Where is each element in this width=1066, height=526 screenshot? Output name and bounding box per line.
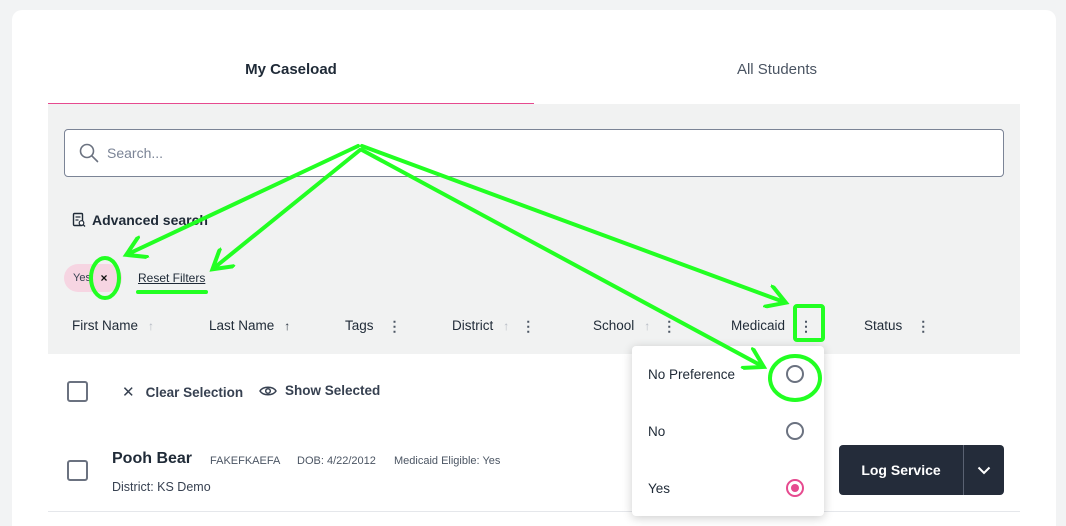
sort-up-icon[interactable]: ↑ bbox=[503, 319, 509, 333]
reset-filters-link[interactable]: Reset Filters bbox=[138, 271, 205, 285]
show-selected-button[interactable]: Show Selected bbox=[259, 383, 380, 398]
column-school[interactable]: School ↑ ⋮ bbox=[593, 318, 676, 333]
advanced-search-icon bbox=[72, 212, 86, 227]
remove-filter-icon[interactable]: × bbox=[96, 270, 112, 286]
select-all-checkbox[interactable] bbox=[67, 381, 88, 402]
district-value: KS Demo bbox=[157, 480, 211, 494]
tab-my-caseload[interactable]: My Caseload bbox=[48, 44, 534, 105]
medicaid-filter-menu: No Preference No Yes bbox=[632, 346, 824, 516]
option-label: No Preference bbox=[648, 366, 736, 382]
sort-up-icon[interactable]: ↑ bbox=[148, 319, 154, 333]
column-menu-icon[interactable]: ⋮ bbox=[388, 319, 402, 333]
column-medicaid[interactable]: Medicaid ⋮ bbox=[731, 318, 813, 333]
eye-icon bbox=[259, 386, 277, 395]
filter-chip: Yes × bbox=[64, 264, 122, 292]
column-tags[interactable]: Tags ⋮ bbox=[345, 318, 402, 333]
advanced-search-label: Advanced search bbox=[92, 212, 208, 228]
column-last-name[interactable]: Last Name ↑ bbox=[209, 318, 290, 333]
advanced-search-link[interactable]: Advanced search bbox=[72, 212, 208, 228]
column-menu-icon[interactable]: ⋮ bbox=[521, 319, 535, 333]
search-input[interactable] bbox=[107, 145, 907, 161]
sort-up-icon[interactable]: ↑ bbox=[284, 319, 290, 333]
clear-selection-button[interactable]: ✕ Clear Selection bbox=[122, 383, 243, 401]
column-label: Status bbox=[864, 318, 903, 333]
option-no-preference[interactable]: No Preference bbox=[632, 346, 824, 402]
option-label: Yes bbox=[648, 480, 671, 496]
student-medicaid: Medicaid Eligible: Yes bbox=[394, 455, 501, 467]
column-label: Medicaid bbox=[731, 318, 786, 333]
district-label: District: bbox=[112, 480, 154, 494]
column-menu-icon[interactable]: ⋮ bbox=[799, 319, 813, 333]
search-icon bbox=[79, 143, 99, 163]
filter-chip-label: Yes bbox=[73, 272, 91, 284]
search-box[interactable] bbox=[64, 129, 1004, 177]
column-district[interactable]: District ↑ ⋮ bbox=[452, 318, 535, 333]
option-yes[interactable]: Yes bbox=[632, 460, 824, 516]
log-service-button[interactable]: Log Service bbox=[839, 445, 1004, 495]
chevron-down-icon bbox=[977, 466, 991, 474]
column-menu-icon[interactable]: ⋮ bbox=[916, 319, 930, 333]
radio-no[interactable] bbox=[786, 422, 804, 440]
radio-no-preference[interactable] bbox=[786, 365, 804, 383]
sort-up-icon[interactable]: ↑ bbox=[644, 319, 650, 333]
column-status[interactable]: Status ⋮ bbox=[864, 318, 930, 333]
tab-all-students[interactable]: All Students bbox=[534, 44, 1020, 105]
radio-yes[interactable] bbox=[786, 479, 804, 497]
show-selected-label: Show Selected bbox=[285, 383, 381, 398]
student-district: District: KS Demo bbox=[112, 480, 211, 494]
option-no[interactable]: No bbox=[632, 403, 824, 459]
student-dob: DOB: 4/22/2012 bbox=[297, 455, 376, 467]
close-icon: ✕ bbox=[122, 384, 135, 401]
log-service-label: Log Service bbox=[861, 462, 941, 478]
option-label: No bbox=[648, 423, 666, 439]
column-label: District bbox=[452, 318, 494, 333]
column-label: Tags bbox=[345, 318, 374, 333]
column-menu-icon[interactable]: ⋮ bbox=[662, 319, 676, 333]
column-label: School bbox=[593, 318, 635, 333]
student-id: FAKEFKAEFA bbox=[210, 455, 281, 467]
student-name[interactable]: Pooh Bear bbox=[112, 450, 192, 468]
column-label: Last Name bbox=[209, 318, 275, 333]
column-label: First Name bbox=[72, 318, 139, 333]
row-checkbox[interactable] bbox=[67, 460, 88, 481]
column-first-name[interactable]: First Name ↑ bbox=[72, 318, 154, 333]
clear-selection-label: Clear Selection bbox=[145, 384, 244, 400]
tab-bar: My Caseload All Students bbox=[48, 44, 1020, 105]
log-service-dropdown-toggle[interactable] bbox=[964, 445, 1004, 495]
